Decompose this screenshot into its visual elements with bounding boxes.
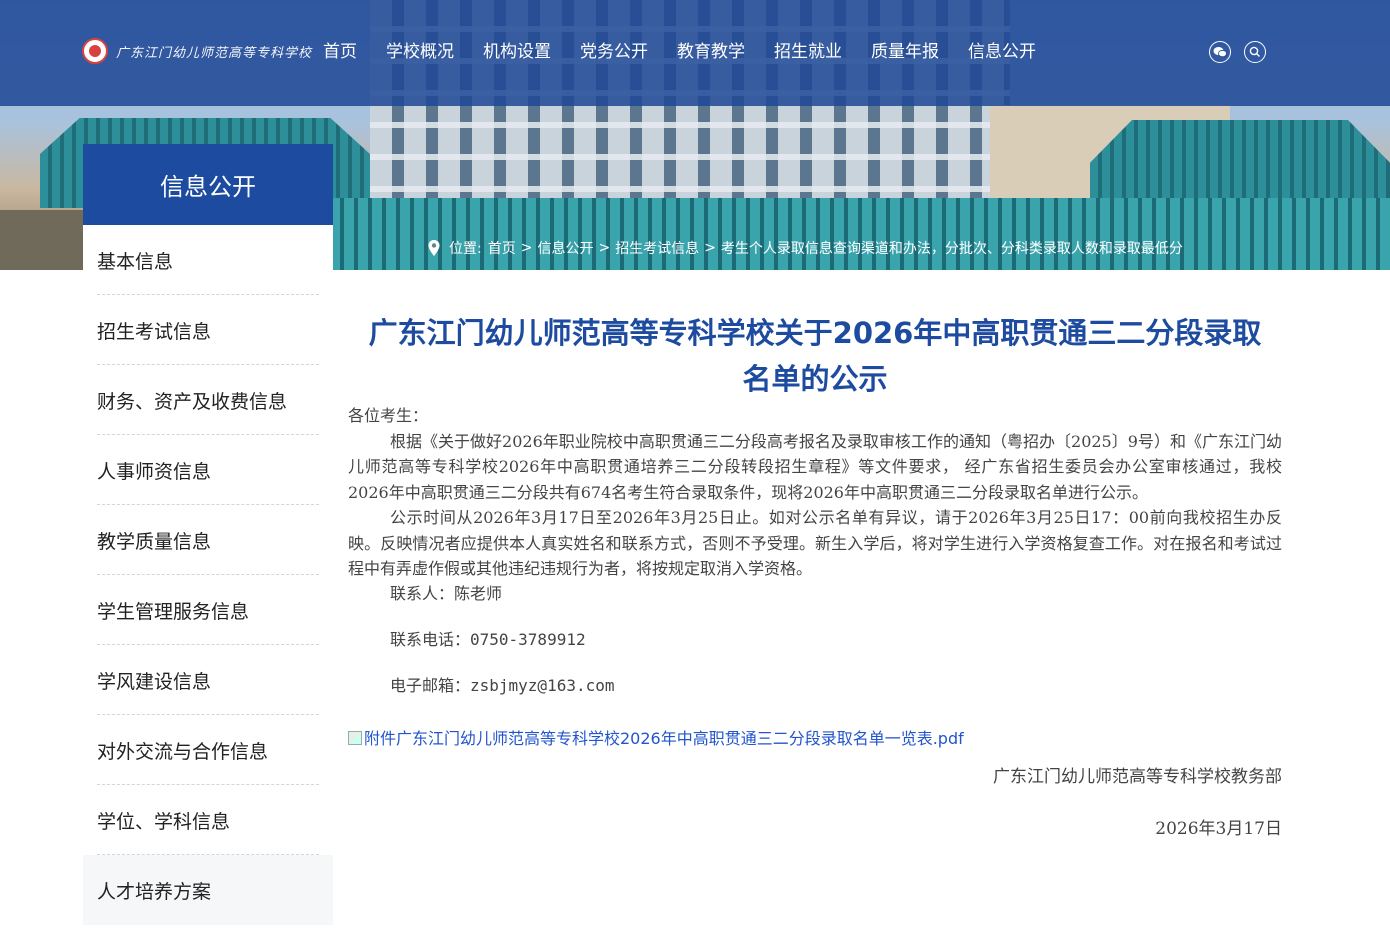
nav-item-organization[interactable]: 机构设置 [483,38,551,66]
breadcrumb-admission-exam-info[interactable]: 招生考试信息 [615,238,699,258]
contact-phone: 联系电话：0750-3789912 [390,629,586,649]
breadcrumb-label: 位置: [449,241,482,257]
article-title-line1: 广东江门幼儿师范高等专科学校关于2026年中高职贯通三二分段录取 [368,316,1262,350]
sidebar-item-teaching-quality[interactable]: 教学质量信息 [83,505,333,575]
wechat-icon[interactable] [1209,41,1231,63]
sidebar-heading: 信息公开 [83,144,333,225]
location-pin-icon [428,240,440,256]
sidebar-item-academic-ethos[interactable]: 学风建设信息 [83,645,333,715]
nav-item-quality-report[interactable]: 质量年报 [871,38,939,66]
nav-item-info-disclosure[interactable]: 信息公开 [968,38,1036,66]
sidebar-item-student-services[interactable]: 学生管理服务信息 [83,575,333,645]
article-paragraph: 公示时间从2026年3月17日至2026年3月25日止。如对公示名单有异议，请于… [348,508,1282,578]
top-navigation-bar: 广东江门幼儿师范高等专科学校 首页 学校概况 机构设置 党务公开 教育教学 招生… [0,0,1390,106]
sidebar-item-degrees-disciplines[interactable]: 学位、学科信息 [83,785,333,855]
breadcrumb-separator: > [598,240,611,256]
sidebar-item-exchange-cooperation[interactable]: 对外交流与合作信息 [83,715,333,785]
school-logo[interactable]: 广东江门幼儿师范高等专科学校 [82,36,312,66]
main-nav: 首页 学校概况 机构设置 党务公开 教育教学 招生就业 质量年报 信息公开 [323,38,1065,66]
article: 广东江门幼儿师范高等专科学校关于2026年中高职贯通三二分段录取 名单的公示 各… [348,310,1282,842]
breadcrumb: 位置: 首页 > 信息公开 > 招生考试信息 > 考生个人录取信息查询渠道和办法… [427,237,1183,259]
school-logo-text: 广东江门幼儿师范高等专科学校 [116,45,313,61]
contact-person: 联系人：陈老师 [390,583,503,603]
search-icon[interactable] [1244,41,1266,63]
article-title: 广东江门幼儿师范高等专科学校关于2026年中高职贯通三二分段录取 名单的公示 [348,310,1282,402]
article-title-line2: 名单的公示 [742,362,888,396]
attachment-link-text[interactable]: 附件广东江门幼儿师范高等专科学校2026年中高职贯通三二分段录取名单一览表.pd… [364,726,964,752]
contact-email: 电子邮箱：zsbjmyz@163.com [390,675,615,695]
article-body: 各位考生： 根据《关于做好2026年职业院校中高职贯通三二分段高考报名及录取审核… [348,403,1282,842]
breadcrumb-separator: > [520,240,533,256]
sidebar-item-training-program[interactable]: 人才培养方案 [83,855,333,925]
nav-item-education[interactable]: 教育教学 [677,38,745,66]
breadcrumb-info-disclosure[interactable]: 信息公开 [537,238,593,258]
nav-item-about[interactable]: 学校概况 [386,38,454,66]
breadcrumb-home[interactable]: 首页 [488,238,516,258]
breadcrumb-current-page[interactable]: 考生个人录取信息查询渠道和办法，分批次、分科类录取人数和录取最低分 [721,238,1183,258]
attachment-file-icon [348,731,362,746]
sidebar-item-admission-exam-info[interactable]: 招生考试信息 [83,295,333,365]
nav-item-home[interactable]: 首页 [323,38,357,66]
attachment-link[interactable]: 附件广东江门幼儿师范高等专科学校2026年中高职贯通三二分段录取名单一览表.pd… [348,726,1282,752]
article-date: 2026年3月17日 [1155,818,1282,839]
nav-item-party-affairs[interactable]: 党务公开 [580,38,648,66]
sidebar-menu: 基本信息 招生考试信息 财务、资产及收费信息 人事师资信息 教学质量信息 学生管… [83,225,333,925]
sidebar: 信息公开 基本信息 招生考试信息 财务、资产及收费信息 人事师资信息 教学质量信… [83,144,333,933]
article-signature: 广东江门幼儿师范高等专科学校教务部 [993,767,1282,787]
sidebar-item-finance-assets-fees[interactable]: 财务、资产及收费信息 [83,365,333,435]
school-emblem-icon [82,38,108,64]
banner-roof-bottom [330,198,1390,270]
sidebar-item-basic-info[interactable]: 基本信息 [83,225,333,295]
breadcrumb-separator: > [704,240,716,256]
nav-item-admissions[interactable]: 招生就业 [774,38,842,66]
article-greeting: 各位考生： [348,406,429,425]
article-paragraph: 根据《关于做好2026年职业院校中高职贯通三二分段高考报名及录取审核工作的通知（… [348,431,1282,502]
sidebar-item-personnel-faculty[interactable]: 人事师资信息 [83,435,333,505]
